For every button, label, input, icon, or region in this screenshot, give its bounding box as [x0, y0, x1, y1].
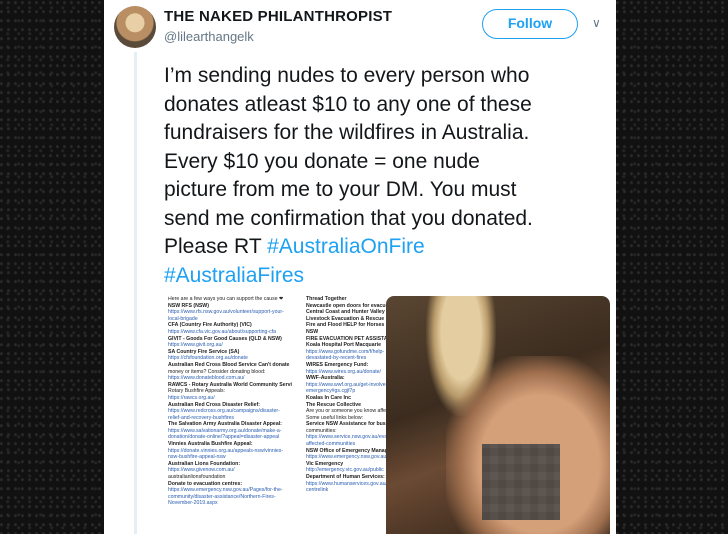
attachment-line: relief-and-recovery-bushfires: [168, 414, 235, 421]
attachment-line: https://www.rfs.nsw.gov.au/volunteer/sup…: [168, 309, 284, 316]
attachment-line: November-2019.aspx: [168, 500, 218, 507]
tweet-line-prefix: Please RT: [164, 235, 268, 258]
attachment-line: money or items? Consider donating blood:: [168, 368, 266, 375]
attachment-line: Vic Emergency: [306, 460, 344, 467]
attachment-line: https://www.donateblood.com.au/: [168, 375, 245, 382]
user-handle[interactable]: @lilearthangelk: [164, 29, 254, 44]
attachment-line: https://www.service.nsw.gov.au/evac: [306, 434, 388, 441]
attachment-line: Newcastle open doors for evacuees: [306, 302, 388, 309]
tweet-line: fundraisers for the wildfires in Austral…: [164, 121, 530, 144]
attachment-line: Here are a few ways you can support the …: [168, 296, 284, 302]
attachment-line: affected-communities: [306, 441, 356, 448]
attachment-line: https://rawcs.org.au/: [168, 394, 215, 401]
attachment-line: Fire and Flood HELP for Horses: [306, 322, 385, 329]
attachment-text-right: Thread Together Newcastle open doors for …: [306, 296, 388, 494]
attachment-line: Rotary Bushfire Appeals:: [168, 388, 226, 395]
attachment-line: https://www.gofundme.com/f/help-: [306, 348, 385, 355]
attachment-line: Vinnies Australia Bushfire Appeal:: [168, 441, 253, 448]
attachment-line: Livestock Evacuation & Rescue: [306, 315, 385, 322]
hashtag-link[interactable]: #AustraliaOnFire: [267, 235, 425, 258]
attachment-line: https://www.humanservices.gov.au/: [306, 480, 387, 487]
attachment-line: CFA (Country Fire Authority) (VIC): [168, 322, 252, 329]
attachment-line: NSW: [306, 328, 319, 335]
attachment-line: SA Country Fire Service (SA): [168, 348, 240, 355]
chevron-down-icon[interactable]: ∨: [592, 16, 601, 30]
attachment-line: emergency#gs.cgjf7p: [306, 388, 356, 395]
attachment-line: Some useful links below:: [306, 414, 364, 421]
tweet-line: I’m sending nudes to every person who: [164, 64, 530, 87]
attachment-line: Australian Lions Foundation:: [168, 460, 241, 467]
tweet-line: donates atleast $10 to any one of these: [164, 92, 532, 116]
attachment-line: communities:: [306, 427, 337, 434]
attachment-line: WWF-Australia:: [306, 375, 345, 382]
attachment-line: The Salvation Army Australia Disaster Ap…: [168, 421, 282, 428]
censor-block: [482, 444, 560, 520]
tweet-line: send me confirmation that you donated.: [164, 206, 533, 230]
attachment-line: donation/donate-online/?appeal=disaster-…: [168, 434, 280, 441]
attachment-line: GIVIT - Goods For Good Causes (QLD & NSW…: [168, 335, 282, 342]
attachment-line: Are you or someone you know affected?: [306, 408, 388, 415]
attachment-photo[interactable]: [386, 296, 610, 534]
attachment-line: Australian Red Cross Blood Service Can't…: [168, 361, 290, 368]
attachment-line: https://www.cfa.vic.gov.au/about/support…: [168, 328, 277, 335]
attachment-line: https://www.redcross.org.au/campaigns/di…: [168, 408, 280, 415]
display-name[interactable]: THE NAKED PHILANTHROPIST: [164, 8, 392, 25]
attachment-line: Central Coast and Hunter Valley: [306, 309, 385, 316]
attachment-line: FIRE EVACUATION PET ASSISTANCE: [306, 335, 388, 342]
attachment-line: local-brigade: [168, 315, 198, 322]
attachment-line: Thread Together: [306, 296, 347, 302]
attachment-line: Department of Human Services:: [306, 474, 385, 481]
attachment-text-left: Here are a few ways you can support the …: [168, 296, 292, 507]
attachment-line: RAWCS - Rotary Australia World Community…: [168, 381, 292, 388]
tweet-media[interactable]: Here are a few ways you can support the …: [164, 296, 610, 534]
attachment-line: https://www.emergency.nsw.gov.au/Pages/f…: [168, 487, 283, 494]
attachment-line: NSW Office of Emergency Management: [306, 447, 388, 454]
thread-line: [134, 52, 137, 534]
attachment-line: https://www.wwf.org.au/get-involved/: [306, 381, 388, 388]
attachment-line: community/disaster-assistance/Northern-F…: [168, 493, 276, 500]
tweet-text: I’m sending nudes to every person who do…: [164, 62, 610, 290]
background-left: [0, 0, 104, 534]
attachment-line: devastated-by-recent-fires: [306, 355, 367, 362]
attachment-line: Koalas In Care Inc: [306, 394, 351, 401]
attachment-line: https://www.salvationarmy.org.au/donate/…: [168, 427, 282, 434]
attachment-line: https://www.givit.org.au/: [168, 342, 223, 349]
attachment-line: Donate to evacuation centres:: [168, 480, 243, 487]
avatar[interactable]: [114, 6, 156, 48]
attachment-line: https://donate.vinnies.org.au/appeals-ns…: [168, 447, 284, 454]
attachment-line: https://www.emergency.nsw.gov.au/: [306, 454, 388, 461]
hashtag-link[interactable]: #AustraliaFires: [164, 264, 304, 287]
attachment-line: http://emergency.vic.gov.au/public: [306, 467, 384, 474]
tweet-line: Every $10 you donate = one nude: [164, 149, 480, 173]
attachment-line: Service NSW Assistance for bushfire: [306, 421, 388, 428]
attachment-line: Koala Hospital Port Macquarie: [306, 342, 381, 349]
background-right: [616, 0, 728, 534]
attachment-line: The Rescue Collective: [306, 401, 362, 408]
attachment-line: WIRES Emergency Fund:: [306, 361, 369, 368]
tweet-line: Please RT #AustraliaOnFire: [164, 233, 610, 262]
tweet-line: #AustraliaFires: [164, 262, 610, 291]
attachment-line: NSW RFS (NSW): [168, 302, 209, 309]
follow-button[interactable]: Follow: [482, 9, 578, 39]
attachment-line: https://www.givenow.com.au/: [168, 467, 235, 474]
attachment-line: https://cfsfoundation.org.au/donate: [168, 355, 248, 362]
attachment-line: Australian Red Cross Disaster Relief:: [168, 401, 260, 408]
tweet-line: picture from me to your DM. You must: [164, 178, 517, 201]
attachment-line: nsw-bushfire-appeal-nsw: [168, 454, 226, 461]
attachment-line: centrelink: [306, 487, 329, 494]
tweet-card: THE NAKED PHILANTHROPIST @lilearthangelk…: [104, 0, 616, 534]
attachment-line: australianlionsfoundation: [168, 474, 226, 481]
attachment-line: https://www.wires.org.au/donate/: [306, 368, 381, 375]
